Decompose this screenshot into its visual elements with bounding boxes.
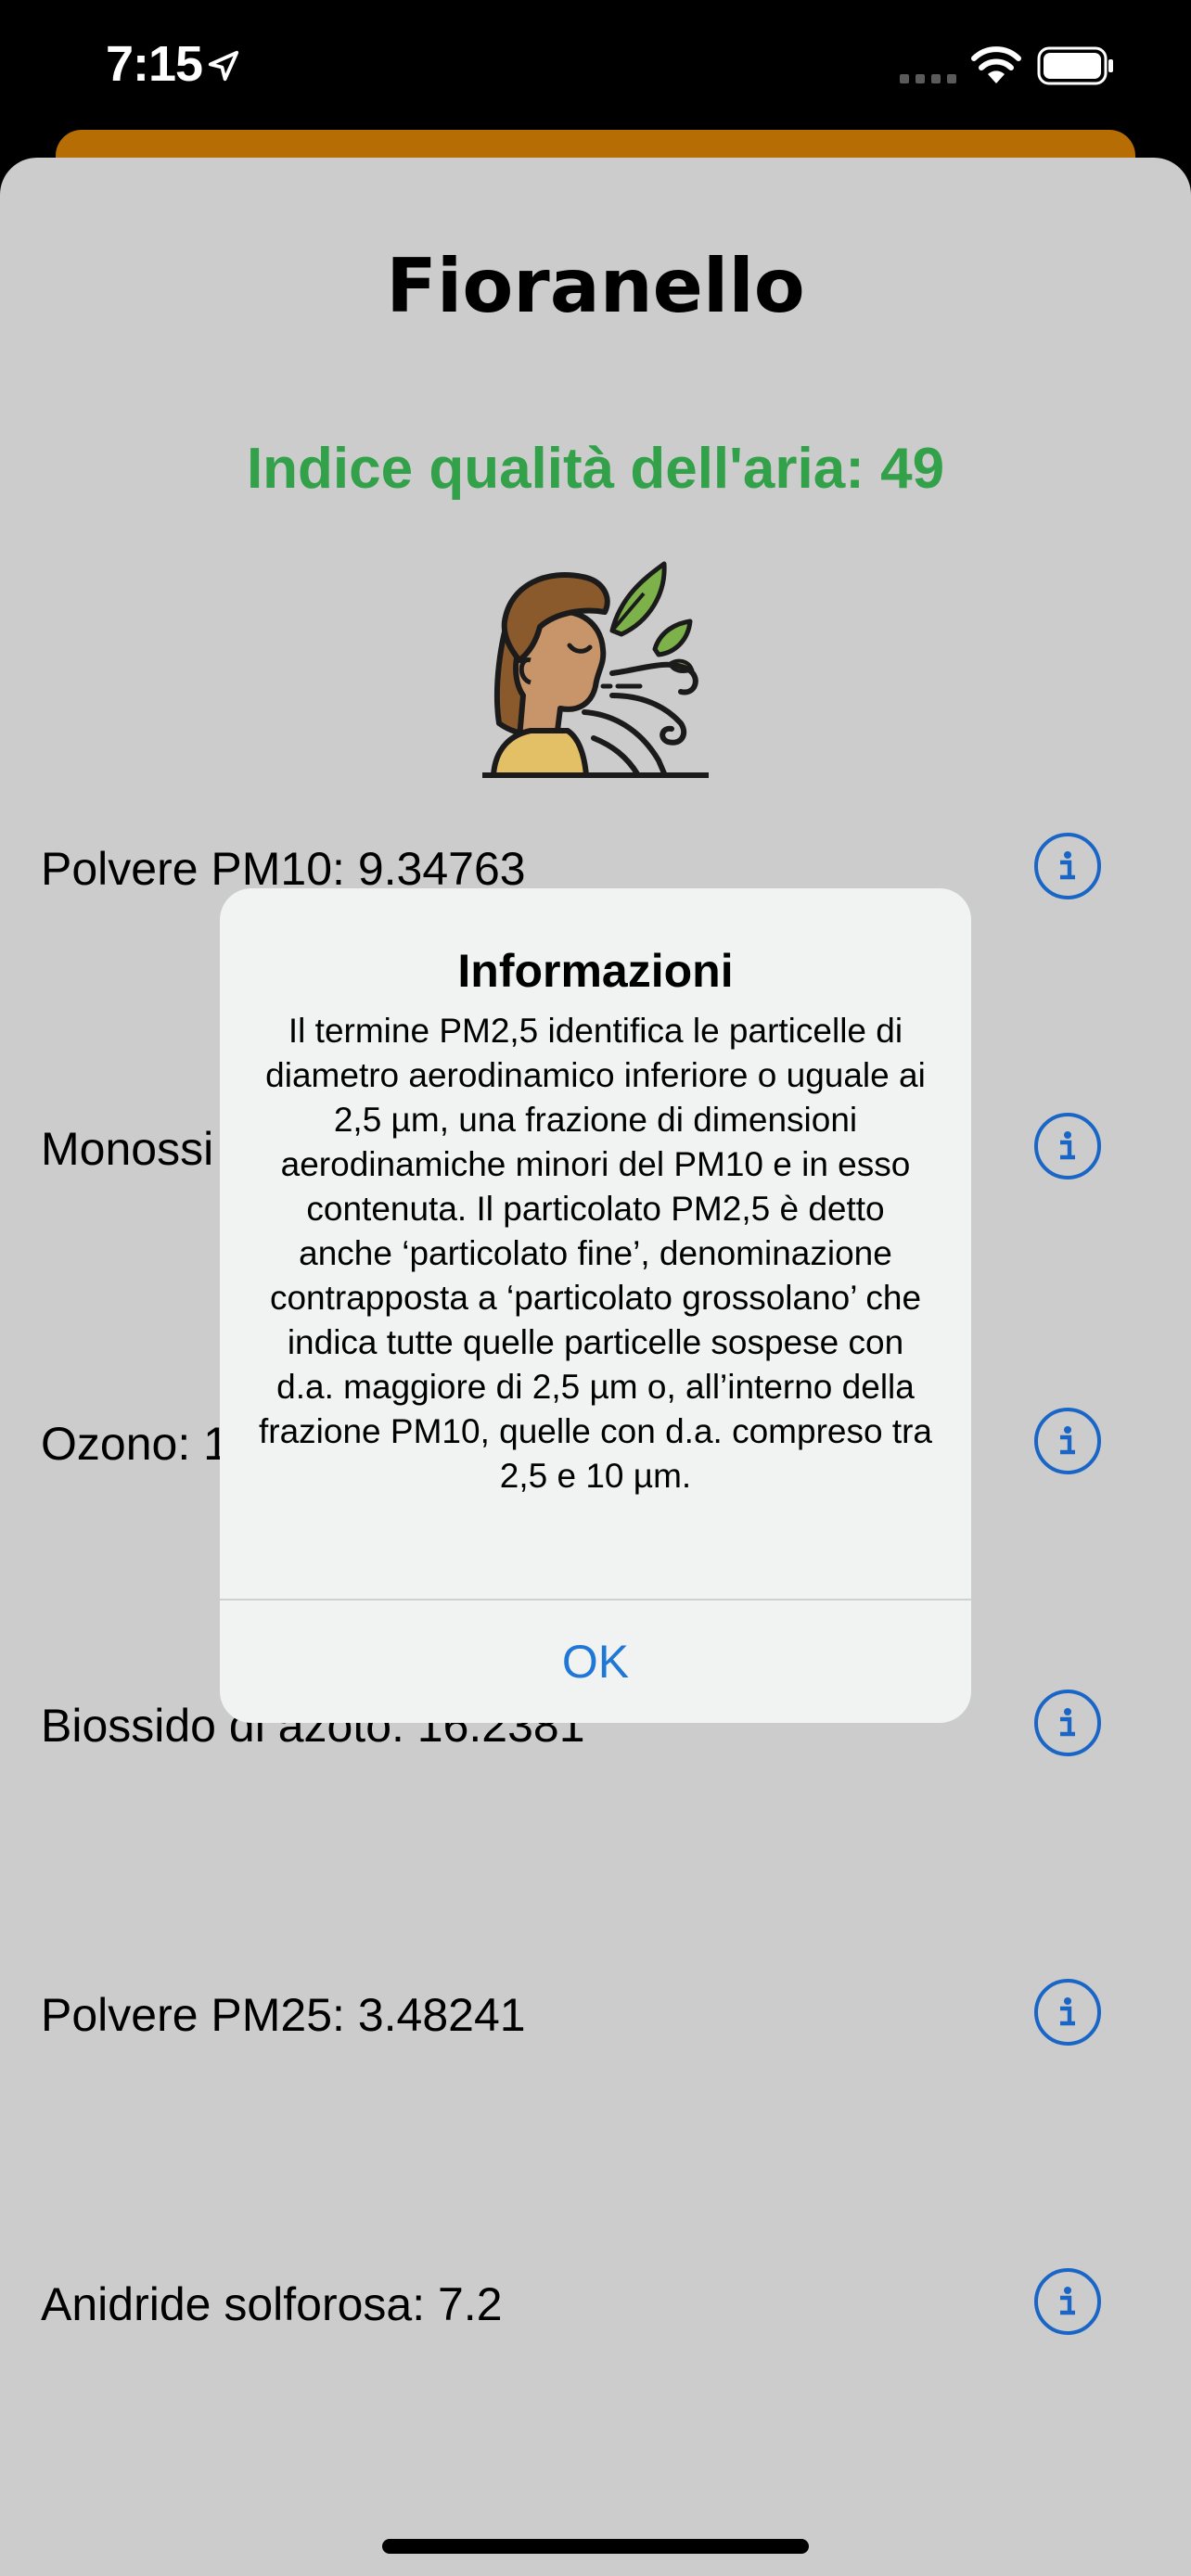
pollutant-row-pm25: Polvere PM25: 3.48241 bbox=[0, 1979, 1191, 2053]
alert-message: Il termine PM2,5 identifica le particell… bbox=[259, 1012, 932, 1495]
signal-icon bbox=[900, 74, 956, 83]
info-button[interactable] bbox=[1034, 1408, 1101, 1474]
alert-title: Informazioni bbox=[457, 945, 734, 997]
info-icon bbox=[1060, 1997, 1075, 2026]
info-icon bbox=[1060, 2287, 1075, 2315]
info-button[interactable] bbox=[1034, 1690, 1101, 1756]
info-icon bbox=[1060, 851, 1075, 880]
info-button[interactable] bbox=[1034, 1979, 1101, 2046]
info-button[interactable] bbox=[1034, 833, 1101, 899]
info-alert-dialog: Informazioni Il termine PM2,5 identifica… bbox=[220, 888, 971, 1723]
info-button[interactable] bbox=[1034, 2268, 1101, 2335]
location-arrow-icon bbox=[208, 50, 239, 82]
wifi-icon bbox=[971, 46, 1021, 83]
pollutant-row-sulfur-dioxide: Anidride solforosa: 7.2 bbox=[0, 2268, 1191, 2342]
status-bar: 7:15 bbox=[0, 0, 1191, 130]
info-icon bbox=[1060, 1131, 1075, 1160]
pollutant-label: Anidride solforosa: 7.2 bbox=[41, 2278, 503, 2330]
status-time: 7:15 bbox=[106, 36, 203, 92]
pollutant-label: Ozono: 1 bbox=[41, 1418, 229, 1470]
pollutant-label: Monossi bbox=[41, 1123, 214, 1175]
info-button[interactable] bbox=[1034, 1113, 1101, 1180]
home-indicator[interactable] bbox=[382, 2539, 809, 2554]
battery-icon bbox=[1037, 46, 1113, 85]
city-title: Fioranello bbox=[386, 243, 805, 329]
pollutant-label: Polvere PM25: 3.48241 bbox=[41, 1989, 526, 2041]
person-breathing-fresh-air-illustration bbox=[482, 561, 709, 778]
info-icon bbox=[1060, 1426, 1075, 1455]
air-quality-index: Indice qualità dell'aria: 49 bbox=[246, 437, 945, 501]
info-icon bbox=[1060, 1708, 1075, 1737]
alert-ok-button[interactable]: OK bbox=[220, 1600, 971, 1723]
